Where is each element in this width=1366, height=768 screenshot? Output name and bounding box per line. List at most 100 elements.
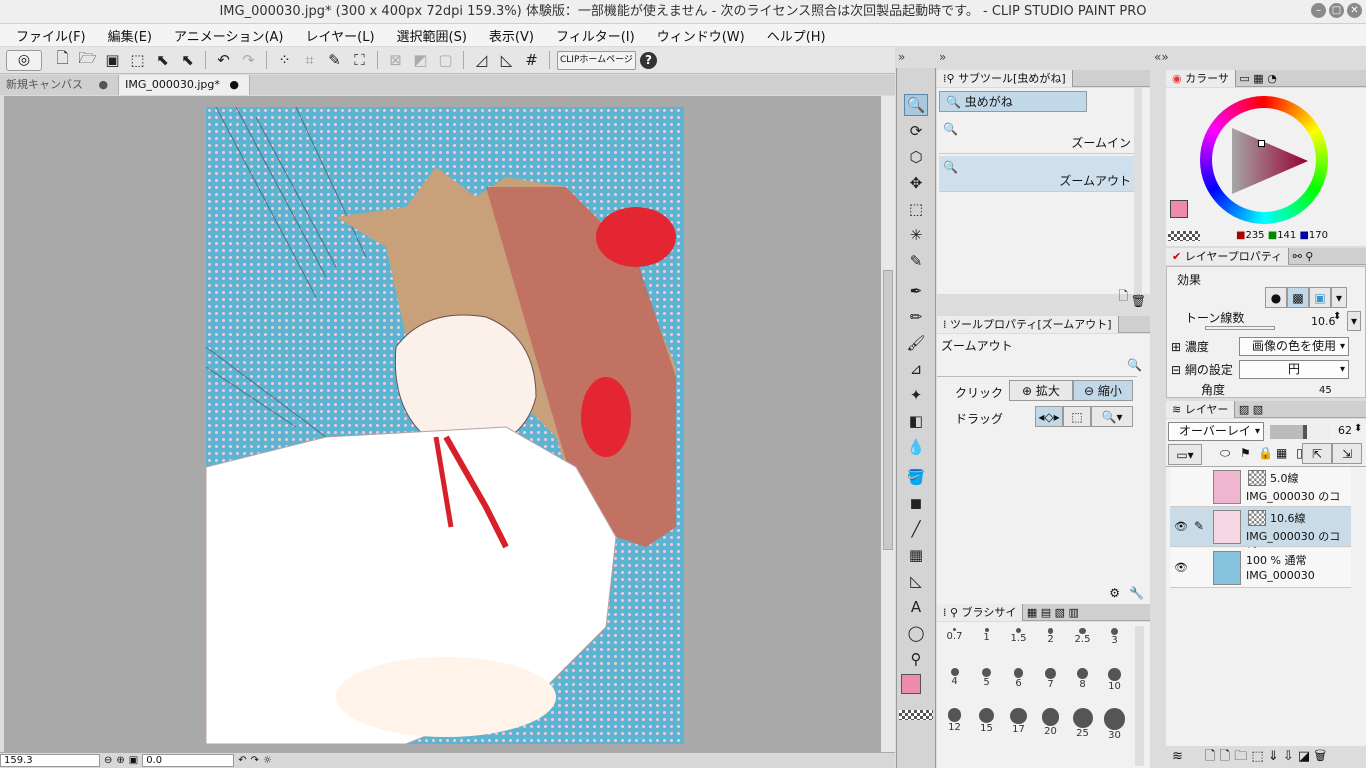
grid-snap-icon[interactable]: #: [521, 50, 542, 71]
panel-tab-icon[interactable]: ▧: [1055, 606, 1065, 619]
snap-off-icon[interactable]: ⊠: [385, 50, 406, 71]
help-icon[interactable]: ?: [639, 51, 657, 69]
brush-icon[interactable]: 🖌: [904, 332, 928, 354]
brush-size-preset[interactable]: 5: [971, 666, 1002, 697]
save-icon[interactable]: ▣: [102, 50, 123, 71]
collapse-left-icon[interactable]: »: [898, 50, 905, 64]
menu-selection[interactable]: 選択範囲(S): [397, 26, 467, 45]
layer-search-tab-icon[interactable]: ⚯: [1293, 250, 1302, 263]
mask-layer-icon[interactable]: ◪: [1298, 749, 1310, 764]
panel-tab-icon[interactable]: ▦: [1027, 606, 1037, 619]
brush-size-preset[interactable]: 1: [971, 626, 1002, 657]
eye-icon[interactable]: 👁: [1174, 561, 1188, 574]
transparent-color-chip[interactable]: [1168, 231, 1200, 241]
lock-icon[interactable]: 🔒: [1258, 446, 1273, 460]
rotate-view-icon[interactable]: ⟳: [904, 120, 928, 142]
color-history-tab-icon[interactable]: ◔: [1267, 72, 1277, 85]
crop-icon[interactable]: ⌗: [299, 50, 320, 71]
panel-tab-icon[interactable]: ▤: [1041, 606, 1051, 619]
close-dot-icon[interactable]: ●: [99, 78, 109, 91]
subtool-zoom-out[interactable]: 🔍 ズームアウト: [939, 156, 1135, 192]
special-ruler-icon[interactable]: ◺: [496, 50, 517, 71]
zoom-field[interactable]: 159.3: [0, 754, 100, 767]
menu-help[interactable]: ヘルプ(H): [767, 26, 826, 45]
menu-animation[interactable]: アニメーション(A): [174, 26, 284, 45]
brush-size-preset[interactable]: 0.7: [939, 626, 970, 657]
zoom-out-icon[interactable]: ⊖: [104, 755, 112, 766]
selection-icon[interactable]: ⬚: [904, 198, 928, 220]
clip-studio-icon[interactable]: ◎: [6, 49, 42, 71]
transfer-down-icon[interactable]: ⇓: [1268, 749, 1279, 764]
brush-size-preset[interactable]: 8: [1067, 666, 1098, 697]
opacity-value[interactable]: 62: [1338, 424, 1352, 437]
layerprop-tab[interactable]: ✔ レイヤープロパティ: [1166, 248, 1290, 265]
artwork-image[interactable]: [206, 107, 684, 744]
color-set-tab-icon[interactable]: ▦: [1253, 72, 1263, 85]
copy-layer-icon[interactable]: ⬚: [1251, 749, 1263, 764]
effect-border-icon[interactable]: ▣: [1309, 287, 1331, 308]
menu-edit[interactable]: 編集(E): [108, 26, 152, 45]
layer-row-base[interactable]: 👁 100 % 通常 IMG_000030: [1170, 548, 1351, 588]
clear-selection-icon[interactable]: ⁘: [274, 50, 295, 71]
redo-icon[interactable]: ↷: [238, 50, 259, 71]
subtool-group-magnifier[interactable]: 🔍 虫めがね: [939, 91, 1087, 112]
navigator-tab-icon[interactable]: ▨: [1239, 403, 1249, 416]
color-picker-marker[interactable]: [1258, 140, 1265, 147]
text-icon[interactable]: A: [904, 596, 928, 618]
ruler-icon[interactable]: ◺: [904, 570, 928, 592]
dot-dropdown[interactable]: 円: [1239, 360, 1349, 379]
color-triangle[interactable]: [1230, 126, 1310, 196]
angle-value[interactable]: 45: [1319, 385, 1332, 396]
eyedropper-icon[interactable]: ✎: [904, 250, 928, 272]
brush-size-preset[interactable]: 1.5: [1003, 626, 1034, 657]
brush-size-preset[interactable]: 2.5: [1067, 626, 1098, 657]
brush-size-preset[interactable]: 15: [971, 706, 1002, 737]
effect-tone-icon[interactable]: ▩: [1287, 287, 1309, 308]
menu-layer[interactable]: レイヤー(L): [306, 26, 375, 45]
menu-filter[interactable]: フィルター(I): [556, 26, 635, 45]
eraser-icon[interactable]: ◧: [904, 410, 928, 432]
fit-icon[interactable]: ▣: [129, 755, 138, 766]
eye-icon[interactable]: 👁: [1174, 520, 1188, 533]
brush-size-preset[interactable]: 12: [939, 706, 970, 737]
tone-lines-value[interactable]: 10.6: [1311, 315, 1336, 328]
layer-row-tone-10-6[interactable]: 👁 ✎ 10.6線 IMG_000030 のコピー 2: [1170, 507, 1351, 559]
new-vector-layer-icon[interactable]: 🗋: [1220, 749, 1230, 764]
new-subtool-icon[interactable]: 🗋: [1118, 287, 1128, 308]
zoom-in-option[interactable]: ⊕ 拡大: [1009, 380, 1073, 401]
main-color-chip[interactable]: [1170, 200, 1188, 218]
brush-size-preset[interactable]: 4: [939, 666, 970, 697]
minimize-button[interactable]: –: [1311, 3, 1326, 18]
delete-subtool-icon[interactable]: 🗑: [1131, 294, 1146, 308]
brush-size-preset[interactable]: 25: [1067, 706, 1098, 739]
snap-grid-icon[interactable]: ◩: [410, 50, 431, 71]
clip-layer-icon[interactable]: ⬭: [1220, 446, 1230, 461]
clip-homepage-button[interactable]: CLIPホームページ: [557, 50, 636, 70]
undo-icon[interactable]: ↶: [213, 50, 234, 71]
brush-size-preset[interactable]: 3: [1099, 626, 1130, 657]
tab-img-000030[interactable]: IMG_000030.jpg* ●: [119, 75, 250, 95]
collapse-icon[interactable]: ⊟: [1171, 363, 1181, 377]
subview-tab-icon[interactable]: ▧: [1253, 403, 1263, 416]
transparent-color-swatch[interactable]: [899, 710, 933, 720]
pen-icon[interactable]: ✒: [904, 280, 928, 302]
blend-mode-dropdown[interactable]: オーバーレイ: [1168, 422, 1264, 441]
new-raster-layer-icon[interactable]: 🗋: [1205, 749, 1215, 764]
brush-size-preset[interactable]: 2: [1035, 626, 1066, 657]
color-slider-tab-icon[interactable]: ▭: [1239, 72, 1249, 85]
figure-icon[interactable]: ╱: [904, 518, 928, 540]
opacity-spin-icon[interactable]: ⬍: [1354, 423, 1362, 434]
scrollbar-thumb[interactable]: [883, 270, 893, 550]
collapse-right-icon[interactable]: «»: [1154, 50, 1169, 64]
brush-size-preset[interactable]: 6: [1003, 666, 1034, 697]
collapse-mid-icon[interactable]: »: [939, 50, 946, 64]
move-layer-icon[interactable]: ✥: [904, 172, 928, 194]
gradient-icon[interactable]: ◼: [904, 492, 928, 514]
brush-size-preset[interactable]: 7: [1035, 666, 1066, 697]
drag-zoom-option[interactable]: 🔍▾: [1091, 406, 1133, 427]
transform-icon[interactable]: ⛶: [349, 50, 370, 71]
brush-size-preset[interactable]: 10: [1099, 666, 1130, 697]
fill-icon[interactable]: 🪣: [904, 466, 928, 488]
brush-size-preset[interactable]: 20: [1035, 706, 1066, 737]
layer-info-tab-icon[interactable]: ⚲: [1305, 250, 1313, 263]
